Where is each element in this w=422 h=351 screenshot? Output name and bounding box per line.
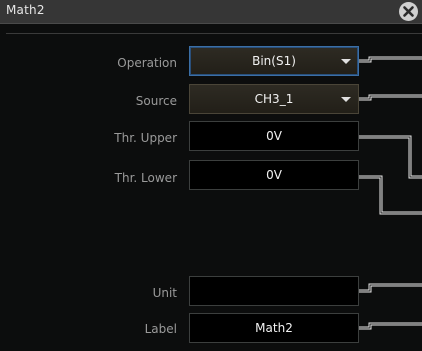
softkey-connector-lines — [359, 56, 422, 330]
